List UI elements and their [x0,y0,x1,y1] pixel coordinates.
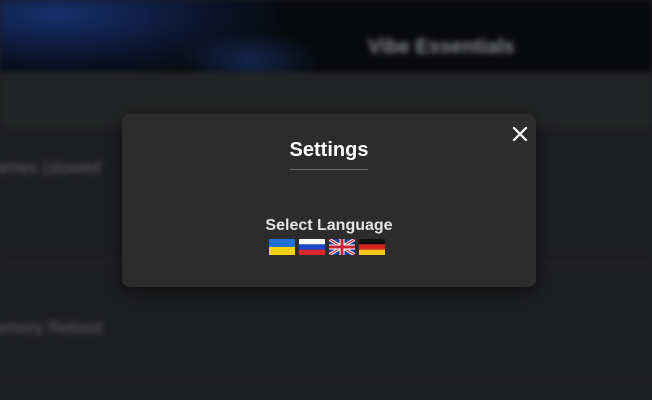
title-underline [290,169,368,170]
app-window: Vibe Essentials ames (slowed emory Reboo… [0,0,652,400]
modal-title: Settings [289,139,369,161]
language-flags [269,239,385,255]
uk-flag-icon[interactable] [329,239,355,255]
ukraine-flag-icon[interactable] [269,239,295,255]
close-icon [512,126,528,142]
select-language-label: Select Language [265,217,393,234]
close-button[interactable] [510,124,530,144]
settings-modal: Settings Select Language [122,114,536,287]
germany-flag-icon[interactable] [359,239,385,255]
russia-flag-icon[interactable] [299,239,325,255]
